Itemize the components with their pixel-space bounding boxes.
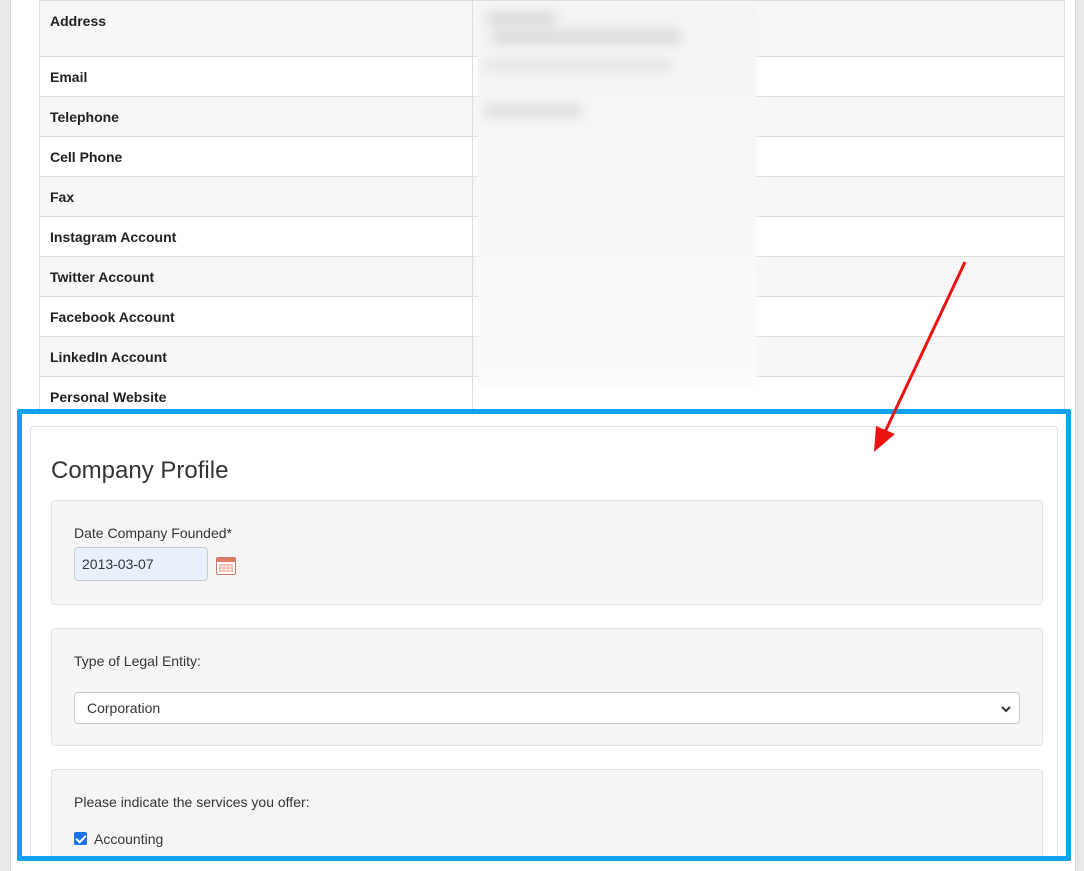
checkbox-service-2[interactable] (74, 857, 87, 861)
row-label-facebook: Facebook Account (50, 309, 175, 325)
row-label-twitter: Twitter Account (50, 269, 155, 285)
highlight-box: Company Profile Date Company Founded* 20… (17, 409, 1071, 861)
row-label-address: Address (50, 13, 107, 29)
row-label-linkedin: LinkedIn Account (50, 349, 167, 365)
redacted-values (477, 4, 757, 388)
legal-entity-selected-value: Corporation (87, 700, 161, 716)
row-label-instagram: Instagram Account (50, 229, 177, 245)
services-label: Please indicate the services you offer: (74, 794, 310, 810)
calendar-icon[interactable] (216, 557, 236, 575)
company-profile-panel: Company Profile Date Company Founded* 20… (30, 426, 1058, 861)
row-label-telephone: Telephone (50, 109, 119, 125)
date-founded-section: Date Company Founded* 2013-03-07 (51, 500, 1043, 605)
chevron-down-icon (1001, 694, 1011, 735)
checkbox-label-accounting: Accounting (94, 831, 164, 847)
date-founded-label: Date Company Founded* (74, 525, 232, 541)
row-label-cell-phone: Cell Phone (50, 149, 123, 165)
services-section: Please indicate the services you offer: … (51, 769, 1043, 861)
row-label-fax: Fax (50, 189, 75, 205)
checkbox-accounting[interactable] (74, 832, 87, 845)
row-label-website: Personal Website (50, 389, 167, 405)
legal-entity-label: Type of Legal Entity: (74, 653, 201, 669)
legal-entity-section: Type of Legal Entity: Corporation (51, 628, 1043, 746)
page-title: Company Profile (51, 457, 229, 484)
date-founded-input[interactable]: 2013-03-07 (74, 547, 208, 581)
row-label-email: Email (50, 69, 88, 85)
legal-entity-select[interactable]: Corporation (74, 692, 1020, 724)
